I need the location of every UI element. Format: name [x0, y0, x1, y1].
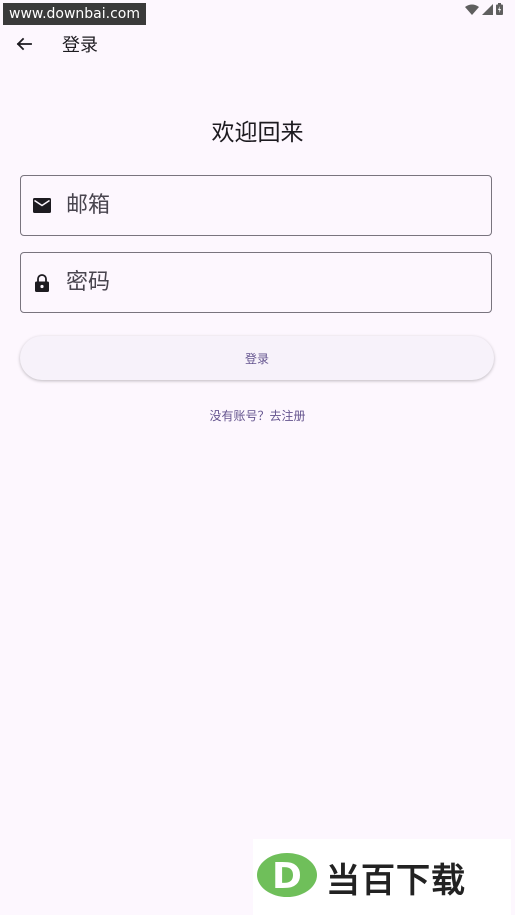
status-icons	[465, 3, 503, 15]
mail-icon	[32, 196, 52, 216]
logo-d-icon: D	[256, 851, 318, 903]
page-title: 登录	[62, 35, 98, 56]
signal-icon	[482, 3, 493, 15]
watermark-text: www.downbai.com	[3, 3, 146, 25]
welcome-heading: 欢迎回来	[211, 120, 304, 146]
app-bar: 登录	[0, 26, 515, 66]
back-button[interactable]	[12, 34, 36, 58]
brand-logo: D 当百下载	[253, 839, 511, 915]
email-field[interactable]	[20, 175, 492, 236]
status-bar: www.downbai.com	[0, 0, 515, 26]
password-input[interactable]	[66, 262, 446, 303]
email-input[interactable]	[66, 185, 446, 226]
lock-icon	[32, 273, 52, 293]
wifi-icon	[465, 4, 479, 15]
brand-name: 当百下载	[326, 860, 466, 901]
logo-letter: D	[272, 856, 302, 897]
back-arrow-icon	[16, 36, 32, 56]
password-field[interactable]	[20, 252, 492, 313]
login-button[interactable]: 登录	[20, 336, 494, 380]
register-link[interactable]: 没有账号？去注册	[0, 407, 515, 425]
battery-icon	[496, 3, 503, 15]
